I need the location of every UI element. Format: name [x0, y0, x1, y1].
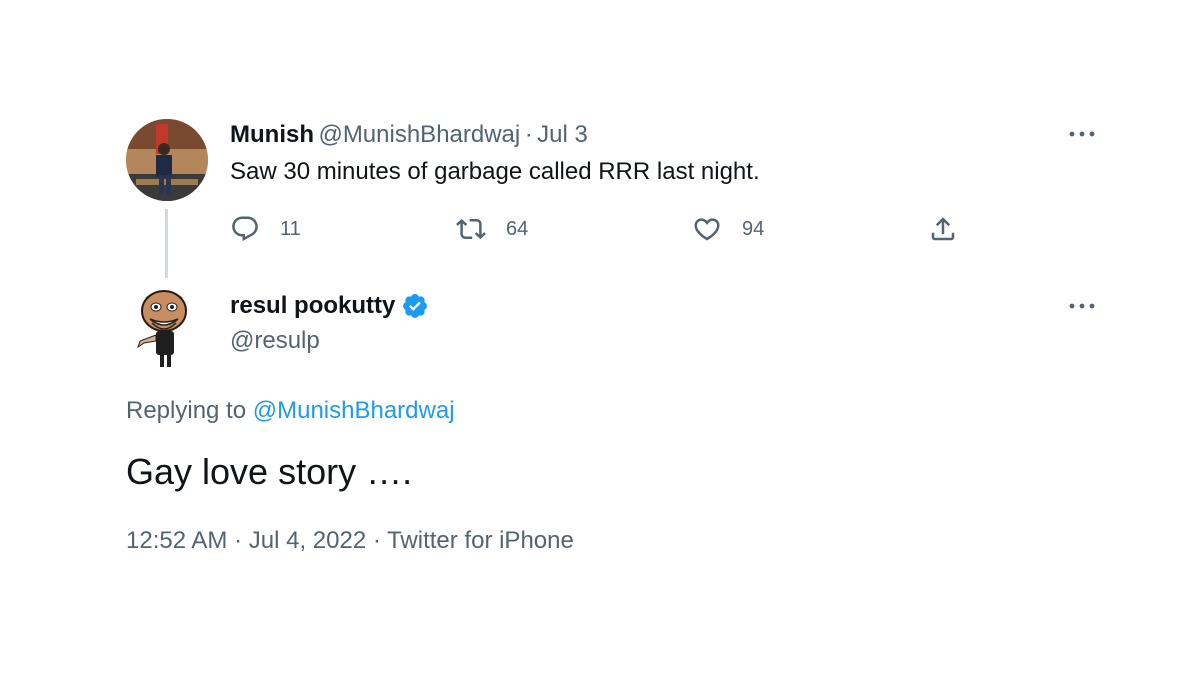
replying-to-mention[interactable]: @MunishBhardwaj — [253, 397, 455, 424]
parent-tweet-text: Saw 30 minutes of garbage called RRR las… — [230, 158, 760, 185]
thread-connector-line — [165, 209, 168, 278]
caricature-avatar-image — [137, 290, 187, 367]
parent-tweet-header: Munish @MunishBhardwaj · Jul 3 — [230, 121, 588, 149]
heart-icon — [694, 218, 720, 241]
tweet-date[interactable]: Jul 4, 2022 — [249, 527, 366, 554]
share-action[interactable] — [928, 214, 958, 244]
parent-author-handle[interactable]: @MunishBhardwaj — [318, 121, 520, 148]
reply-author-handle[interactable]: @resulp — [230, 327, 320, 355]
avatar-photo — [126, 119, 208, 201]
reply-author-name-row: resul pookutty — [230, 292, 429, 320]
retweet-icon — [456, 218, 486, 240]
parent-more-icon[interactable] — [1068, 120, 1096, 155]
reply-author-avatar[interactable] — [132, 283, 202, 369]
like-action[interactable]: 94 — [692, 214, 764, 244]
reply-tweet-text: Gay love story …. — [126, 451, 413, 492]
replying-to-label: Replying to — [126, 397, 247, 424]
parent-tweet-date[interactable]: Jul 3 — [537, 121, 588, 148]
header-separator: · — [524, 121, 533, 148]
verified-badge-icon — [403, 294, 428, 318]
parent-author-avatar[interactable] — [126, 119, 208, 201]
replying-to-line: Replying to @MunishBhardwaj — [126, 397, 455, 425]
reply-action[interactable]: 11 — [230, 214, 301, 244]
tweet-source[interactable]: Twitter for iPhone — [387, 527, 574, 554]
reply-count: 11 — [280, 217, 301, 240]
tweet-metadata: 12:52 AM · Jul 4, 2022 · Twitter for iPh… — [126, 527, 574, 555]
meta-separator-2: · — [372, 527, 381, 554]
share-icon — [931, 217, 955, 241]
meta-separator-1: · — [234, 527, 243, 554]
tweet-time[interactable]: 12:52 AM — [126, 527, 227, 554]
parent-author-name[interactable]: Munish — [230, 121, 314, 148]
retweet-count: 64 — [506, 217, 529, 240]
reply-author-name[interactable]: resul pookutty — [230, 292, 395, 320]
reply-icon — [232, 216, 258, 242]
retweet-action[interactable]: 64 — [456, 214, 528, 244]
like-count: 94 — [742, 217, 765, 240]
reply-more-icon[interactable] — [1068, 292, 1096, 327]
